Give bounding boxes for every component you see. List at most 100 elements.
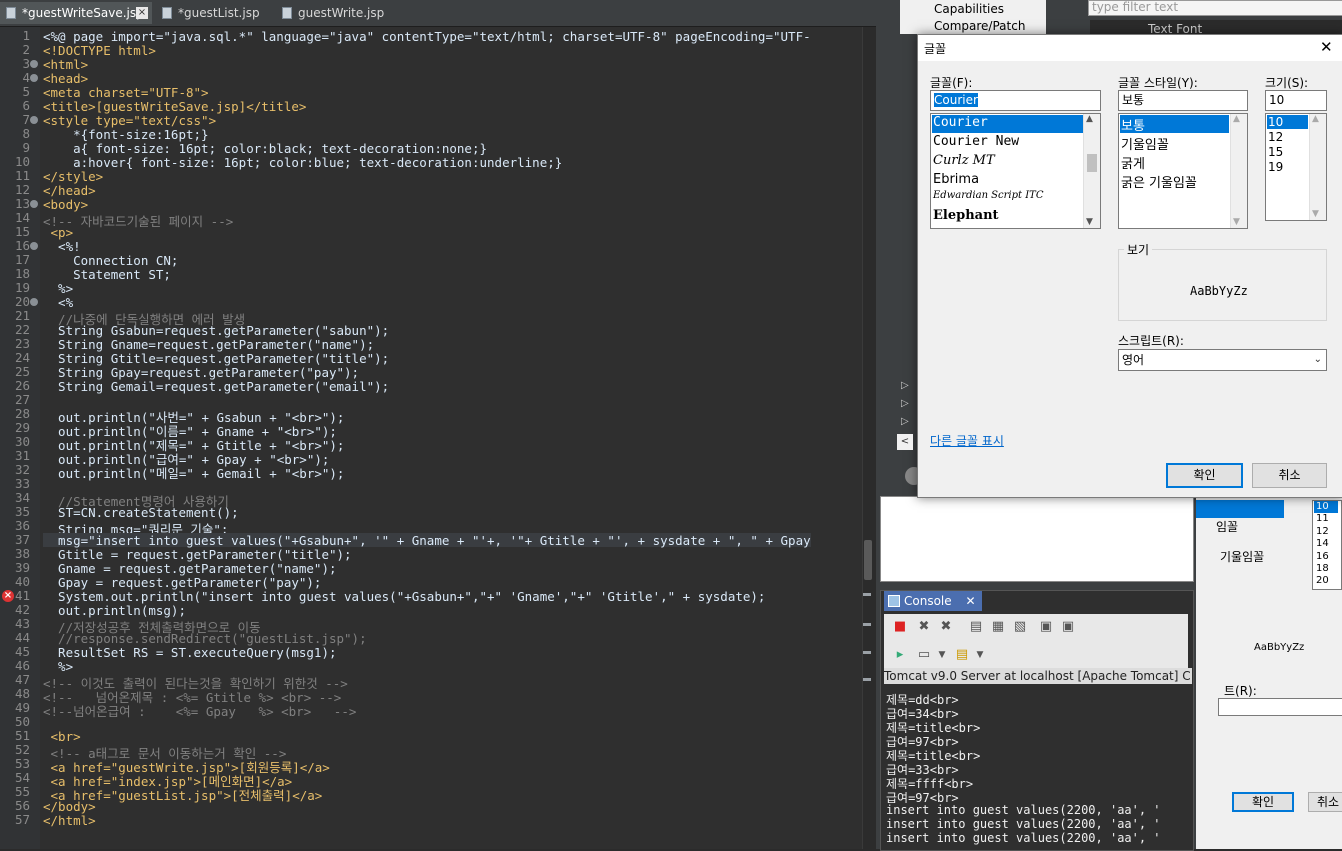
- bg-cancel-button[interactable]: 취소: [1308, 792, 1342, 812]
- fold-toggle-icon[interactable]: [30, 74, 38, 82]
- chevron-right-icon[interactable]: ▷: [901, 416, 909, 427]
- show-stdout-icon[interactable]: ▣: [1038, 619, 1054, 635]
- overview-marker[interactable]: [863, 593, 871, 596]
- show-stderr-icon[interactable]: ▣: [1060, 619, 1076, 635]
- tab-guestwrite[interactable]: guestWrite.jsp: [276, 2, 386, 24]
- size-item[interactable]: 11: [1316, 513, 1329, 525]
- line-number-gutter: 1 2 3 4 5 6 7 8 9 10 11 12 13 14 15 16 17 18 19 20 21 22 23 24 2…: [0, 27, 40, 849]
- script-select[interactable]: 영어 ⌄: [1118, 349, 1327, 371]
- script-label: 스크립트(R):: [1118, 334, 1184, 348]
- overview-marker[interactable]: [863, 651, 871, 654]
- chevron-down-icon[interactable]: ▼: [1312, 209, 1319, 219]
- style-item[interactable]: 기울임꼴: [1220, 548, 1264, 565]
- scrollbar-thumb[interactable]: [1087, 154, 1097, 172]
- line-number: 44: [14, 630, 30, 645]
- bg-ok-button[interactable]: 확인: [1232, 792, 1294, 812]
- clear-console-icon[interactable]: ▤: [968, 619, 984, 635]
- remove-launch-icon[interactable]: ✖: [916, 619, 932, 635]
- chevron-down-icon[interactable]: ⌄: [1314, 350, 1322, 370]
- more-fonts-link[interactable]: 다른 글꼴 표시: [930, 432, 1004, 449]
- close-icon[interactable]: ✕: [965, 594, 975, 608]
- tab-guestwritesave[interactable]: *guestWriteSave.jsp ×: [0, 2, 152, 24]
- color-list[interactable]: Text Font: [1090, 20, 1342, 36]
- size-item[interactable]: 15: [1267, 145, 1283, 159]
- tree-item-capabilities[interactable]: Capabilities: [934, 2, 1004, 16]
- font-item[interactable]: Edwardian Script ITC: [932, 190, 1043, 208]
- font-item[interactable]: Ebrima: [932, 172, 979, 190]
- console-line: insert into guest values(2200, 'aa', ': [886, 817, 1161, 831]
- filter-input[interactable]: type filter text: [1088, 0, 1342, 16]
- error-icon[interactable]: ×: [2, 590, 14, 602]
- line-number: 50: [14, 714, 30, 729]
- chevron-left-icon[interactable]: <: [897, 434, 913, 450]
- overview-marker[interactable]: [863, 623, 871, 626]
- chevron-right-icon[interactable]: ▷: [901, 380, 909, 391]
- word-wrap-icon[interactable]: ▧: [1012, 619, 1028, 635]
- style-item[interactable]: 굵게: [1120, 153, 1145, 172]
- chevron-up-icon[interactable]: ▲: [1312, 114, 1319, 124]
- size-list[interactable]: 10 12 15 19 ▲ ▼: [1265, 113, 1327, 221]
- terminate-icon[interactable]: ■: [892, 619, 908, 635]
- font-list-scrollbar[interactable]: ▲ ▼: [1083, 114, 1100, 228]
- line-number: 49: [14, 700, 30, 715]
- size-item[interactable]: 19: [1267, 160, 1283, 174]
- code-line: Statement ST;: [43, 267, 171, 282]
- scrollbar-thumb[interactable]: [864, 540, 872, 580]
- fold-toggle-icon[interactable]: [30, 200, 38, 208]
- chevron-down-icon[interactable]: ▼: [934, 647, 950, 663]
- line-number: 36: [14, 518, 30, 533]
- chevron-right-icon[interactable]: ▷: [901, 398, 909, 409]
- fold-toggle-icon[interactable]: [30, 298, 38, 306]
- close-icon[interactable]: ✕: [1320, 38, 1333, 56]
- editor-scrollbar[interactable]: [862, 27, 877, 849]
- style-list-scrollbar[interactable]: ▲ ▼: [1230, 114, 1247, 228]
- fold-toggle-icon[interactable]: [30, 242, 38, 250]
- fold-toggle-icon[interactable]: [30, 60, 38, 68]
- size-item[interactable]: 16: [1316, 551, 1329, 563]
- background-font-dialog: 임꼴 기울임꼴 10 11 12 14 16 18 20 AaBbYyZz 트(R): 확인…: [1196, 496, 1342, 849]
- ok-button[interactable]: 확인: [1166, 463, 1243, 488]
- font-item[interactable]: Elephant: [932, 208, 999, 226]
- cancel-button[interactable]: 취소: [1252, 463, 1327, 488]
- style-item[interactable]: 기울임꼴: [1120, 134, 1169, 153]
- size-item[interactable]: 10: [1267, 115, 1308, 129]
- fold-toggle-icon[interactable]: [30, 116, 38, 124]
- chevron-up-icon[interactable]: ▲: [1086, 114, 1093, 124]
- remove-all-icon[interactable]: ✖: [938, 619, 954, 635]
- size-item[interactable]: 20: [1316, 575, 1329, 587]
- size-item[interactable]: 10: [1316, 501, 1329, 513]
- code-editor[interactable]: <%@ page import="java.sql.*" language="j…: [40, 27, 862, 849]
- style-list[interactable]: 보통 기울임꼴 굵게 굵은 기울임꼴 ▲ ▼: [1118, 113, 1248, 229]
- font-input[interactable]: Courier: [930, 90, 1101, 111]
- size-input[interactable]: 10: [1265, 90, 1327, 111]
- chevron-down-icon[interactable]: ▼: [1233, 217, 1240, 227]
- style-item[interactable]: 굵은 기울임꼴: [1120, 172, 1197, 191]
- line-number: 23: [14, 336, 30, 351]
- style-input[interactable]: 보통: [1118, 90, 1248, 111]
- size-item[interactable]: 14: [1316, 538, 1329, 550]
- size-item[interactable]: 18: [1316, 563, 1329, 575]
- size-item[interactable]: 12: [1267, 130, 1283, 144]
- style-item[interactable]: 임꼴: [1216, 518, 1238, 535]
- code-line: %>: [43, 281, 74, 296]
- chevron-up-icon[interactable]: ▲: [1233, 114, 1240, 124]
- scroll-lock-icon[interactable]: ▦: [990, 619, 1006, 635]
- size-item[interactable]: 12: [1316, 526, 1329, 538]
- console-tab[interactable]: Console ✕: [884, 591, 982, 611]
- display-console-icon[interactable]: ▭: [916, 647, 932, 663]
- style-item[interactable]: 보통: [1120, 115, 1229, 134]
- font-item[interactable]: Courier: [932, 115, 1083, 133]
- open-console-icon[interactable]: ▤: [954, 647, 970, 663]
- chevron-down-icon[interactable]: ▼: [972, 647, 988, 663]
- size-list-scrollbar[interactable]: ▲ ▼: [1309, 114, 1326, 220]
- tree-item-compare-patch[interactable]: Compare/Patch: [934, 19, 1025, 33]
- font-item[interactable]: Courier New: [932, 134, 1019, 152]
- tab-guestlist[interactable]: *guestList.jsp: [156, 2, 266, 24]
- pin-console-icon[interactable]: ▸: [892, 647, 908, 663]
- overview-marker[interactable]: [863, 678, 871, 681]
- chevron-down-icon[interactable]: ▼: [1086, 217, 1093, 227]
- font-item[interactable]: Curlz MT: [932, 153, 995, 171]
- script-select[interactable]: [1218, 698, 1342, 716]
- close-icon[interactable]: ×: [136, 7, 148, 19]
- font-list[interactable]: Courier Courier New Curlz MT Ebrima Edwa…: [930, 113, 1101, 229]
